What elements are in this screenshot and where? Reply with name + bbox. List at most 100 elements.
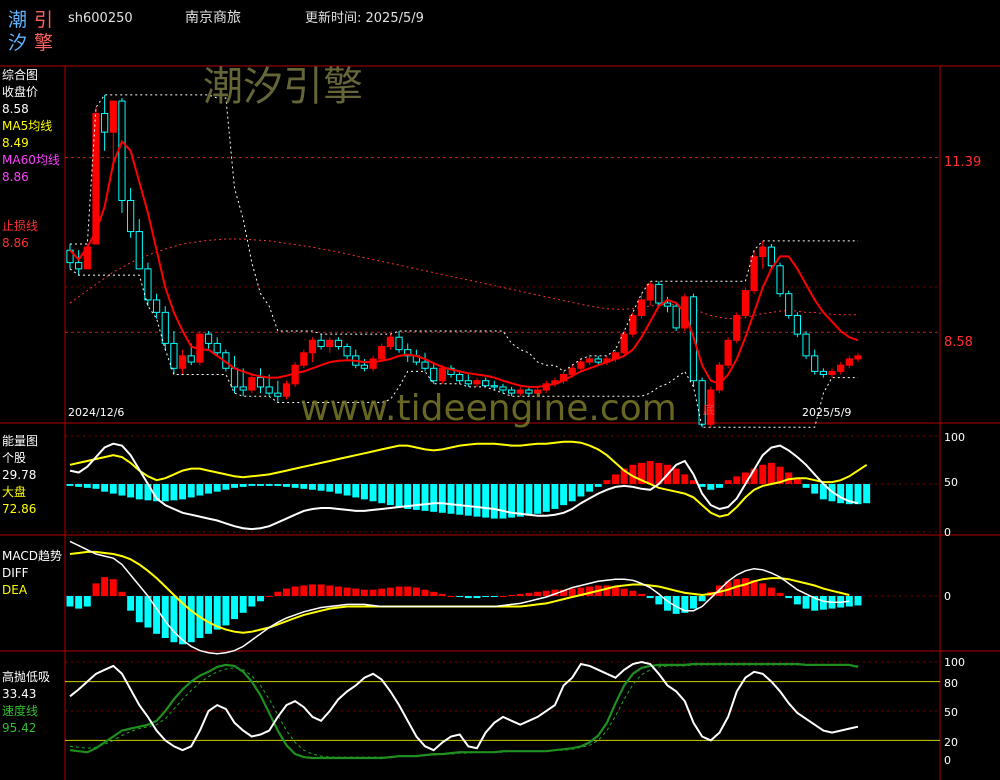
energy-bar [430, 484, 438, 512]
ma60-line [69, 238, 858, 320]
price-tick-low: 8.58 [944, 335, 973, 350]
macd-bar [638, 593, 645, 596]
panel1-labels: 综合图 收盘价 8.58 MA5均线 8.49 MA60均线 8.86 止损线 … [2, 67, 981, 419]
macd-bar [802, 596, 810, 609]
macd-bar [92, 583, 100, 596]
energy-tick-0: 0 [944, 526, 951, 539]
macd-bar [369, 589, 377, 596]
macd-bar [317, 584, 325, 596]
close-value: 8.58 [2, 102, 29, 116]
energy-bar [438, 484, 446, 513]
ma60-value: 8.86 [2, 170, 29, 184]
brand-watermark: 潮汐引擎 [203, 64, 363, 110]
macd-bar [118, 591, 126, 596]
logo-char-1: 潮 [8, 9, 27, 31]
energy-bar [170, 484, 178, 501]
macd-bar [421, 589, 429, 596]
candle-body [369, 358, 377, 369]
macd-bar [620, 588, 628, 596]
candle-body [750, 255, 758, 292]
candle-body [585, 358, 594, 363]
hl-white-line [69, 660, 859, 752]
panel1-title: 综合图 [2, 67, 38, 82]
candle-body [577, 361, 585, 369]
candle-body [733, 314, 741, 341]
energy-bar [447, 484, 455, 514]
energy-bar [300, 484, 308, 489]
energy-bar [352, 484, 360, 498]
logo-char-3: 汐 [8, 32, 27, 54]
macd-bar [447, 596, 455, 597]
energy-bar [291, 484, 299, 488]
hl-tick-0: 0 [944, 754, 951, 767]
macd-bar [785, 596, 793, 599]
energy-bar [421, 484, 429, 511]
energy-bar [257, 484, 264, 486]
energy-bar [326, 484, 334, 492]
candle-body [360, 364, 369, 369]
energy-bar [577, 484, 585, 497]
energy-bar [334, 484, 342, 494]
candle-body [482, 380, 490, 387]
price-panel [65, 94, 940, 428]
energy-bar [525, 484, 533, 516]
macd-bar [655, 596, 663, 605]
candle-body [144, 268, 152, 301]
market-energy-label: 大盘 [2, 484, 26, 499]
energy-bar [612, 474, 620, 484]
candle-body [161, 311, 169, 344]
ma5-label: MA5均线 [2, 119, 52, 133]
energy-bar [248, 484, 256, 486]
candle-body [672, 305, 680, 329]
energy-bar [863, 484, 871, 504]
candle-body [126, 200, 135, 233]
energy-bar [482, 484, 490, 518]
macd-bar [490, 596, 498, 598]
macd-bar [291, 586, 299, 596]
energy-bar [759, 464, 767, 484]
macd-bar [135, 596, 143, 623]
candle-body [75, 262, 83, 270]
energy-tick-100: 100 [944, 431, 965, 444]
candle-body [594, 358, 602, 363]
macd-bar [395, 586, 403, 596]
hl-tick-100: 100 [944, 656, 965, 669]
macd-bar [352, 588, 360, 596]
stop-label: 止损线 [2, 219, 38, 233]
energy-bar [265, 484, 273, 486]
macd-bar [386, 587, 394, 596]
macd-bar [793, 596, 801, 605]
header: 潮 引 汐 擎 sh600250 南京商旅 更新时间: 2025/5/9 [8, 9, 424, 54]
candle-body [101, 113, 109, 133]
market-energy-value: 72.86 [2, 502, 36, 516]
macd-bar [127, 596, 135, 611]
candle-body [620, 333, 628, 354]
macd-bar [508, 594, 516, 596]
price-tick-high: 11.39 [944, 155, 981, 170]
energy-bar [274, 484, 282, 486]
macd-panel [65, 540, 940, 655]
macd-bar [248, 596, 256, 607]
macd-bar [222, 596, 230, 626]
ma5-line [69, 139, 859, 388]
stock-name: 南京商旅 [185, 10, 241, 26]
diff-line [69, 540, 850, 655]
macd-bar [759, 583, 767, 596]
candle-body [629, 314, 637, 335]
macd-bar [568, 588, 576, 596]
energy-tick-50: 50 [944, 476, 958, 489]
candle-body [170, 342, 178, 369]
energy-bar [854, 484, 862, 505]
energy-bar [560, 484, 568, 506]
energy-bar [733, 476, 741, 484]
macd-bar [412, 587, 420, 596]
energy-bar [542, 484, 550, 512]
stock-energy-label: 个股 [2, 451, 26, 465]
macd-bar [690, 596, 697, 609]
energy-bar [594, 484, 602, 487]
macd-bar [473, 596, 481, 599]
macd-bar [187, 596, 195, 643]
macd-bar [741, 578, 749, 596]
energy-bar [568, 484, 576, 502]
energy-bar [109, 484, 117, 494]
